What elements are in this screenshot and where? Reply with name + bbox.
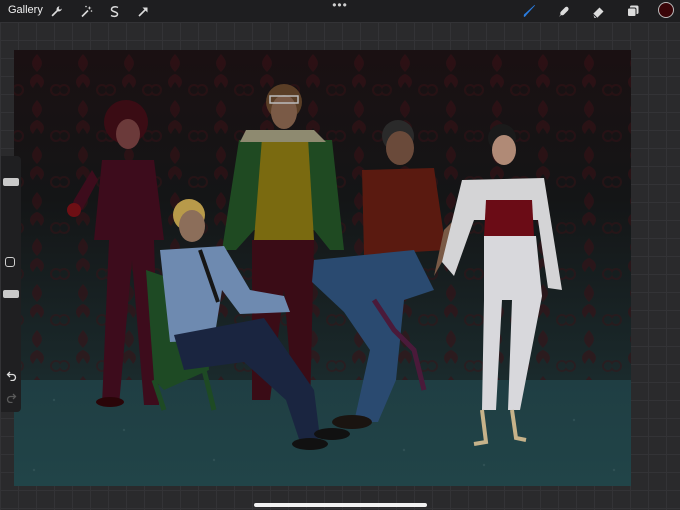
gallery-button[interactable]: Gallery (8, 4, 43, 16)
modify-button[interactable] (5, 257, 15, 267)
sidebar (1, 156, 21, 412)
undo-icon[interactable] (4, 370, 18, 384)
more-options-icon[interactable]: ••• (332, 0, 348, 12)
magic-wand-icon[interactable] (78, 3, 94, 19)
artwork (14, 50, 631, 486)
brush-icon[interactable] (521, 3, 537, 19)
eraser-icon[interactable] (590, 3, 606, 19)
home-indicator[interactable] (254, 503, 427, 507)
selection-icon[interactable] (106, 3, 122, 19)
drawing-canvas[interactable] (14, 50, 631, 486)
opacity-slider[interactable] (3, 290, 19, 298)
layers-icon[interactable] (625, 3, 641, 19)
wrench-icon[interactable] (48, 3, 64, 19)
toolbar: Gallery ••• (0, 0, 680, 22)
brush-size-slider[interactable] (3, 178, 19, 186)
redo-icon[interactable] (4, 392, 18, 406)
color-picker-swatch[interactable] (658, 2, 674, 18)
transform-arrow-icon[interactable] (135, 3, 151, 19)
smudge-icon[interactable] (555, 3, 571, 19)
